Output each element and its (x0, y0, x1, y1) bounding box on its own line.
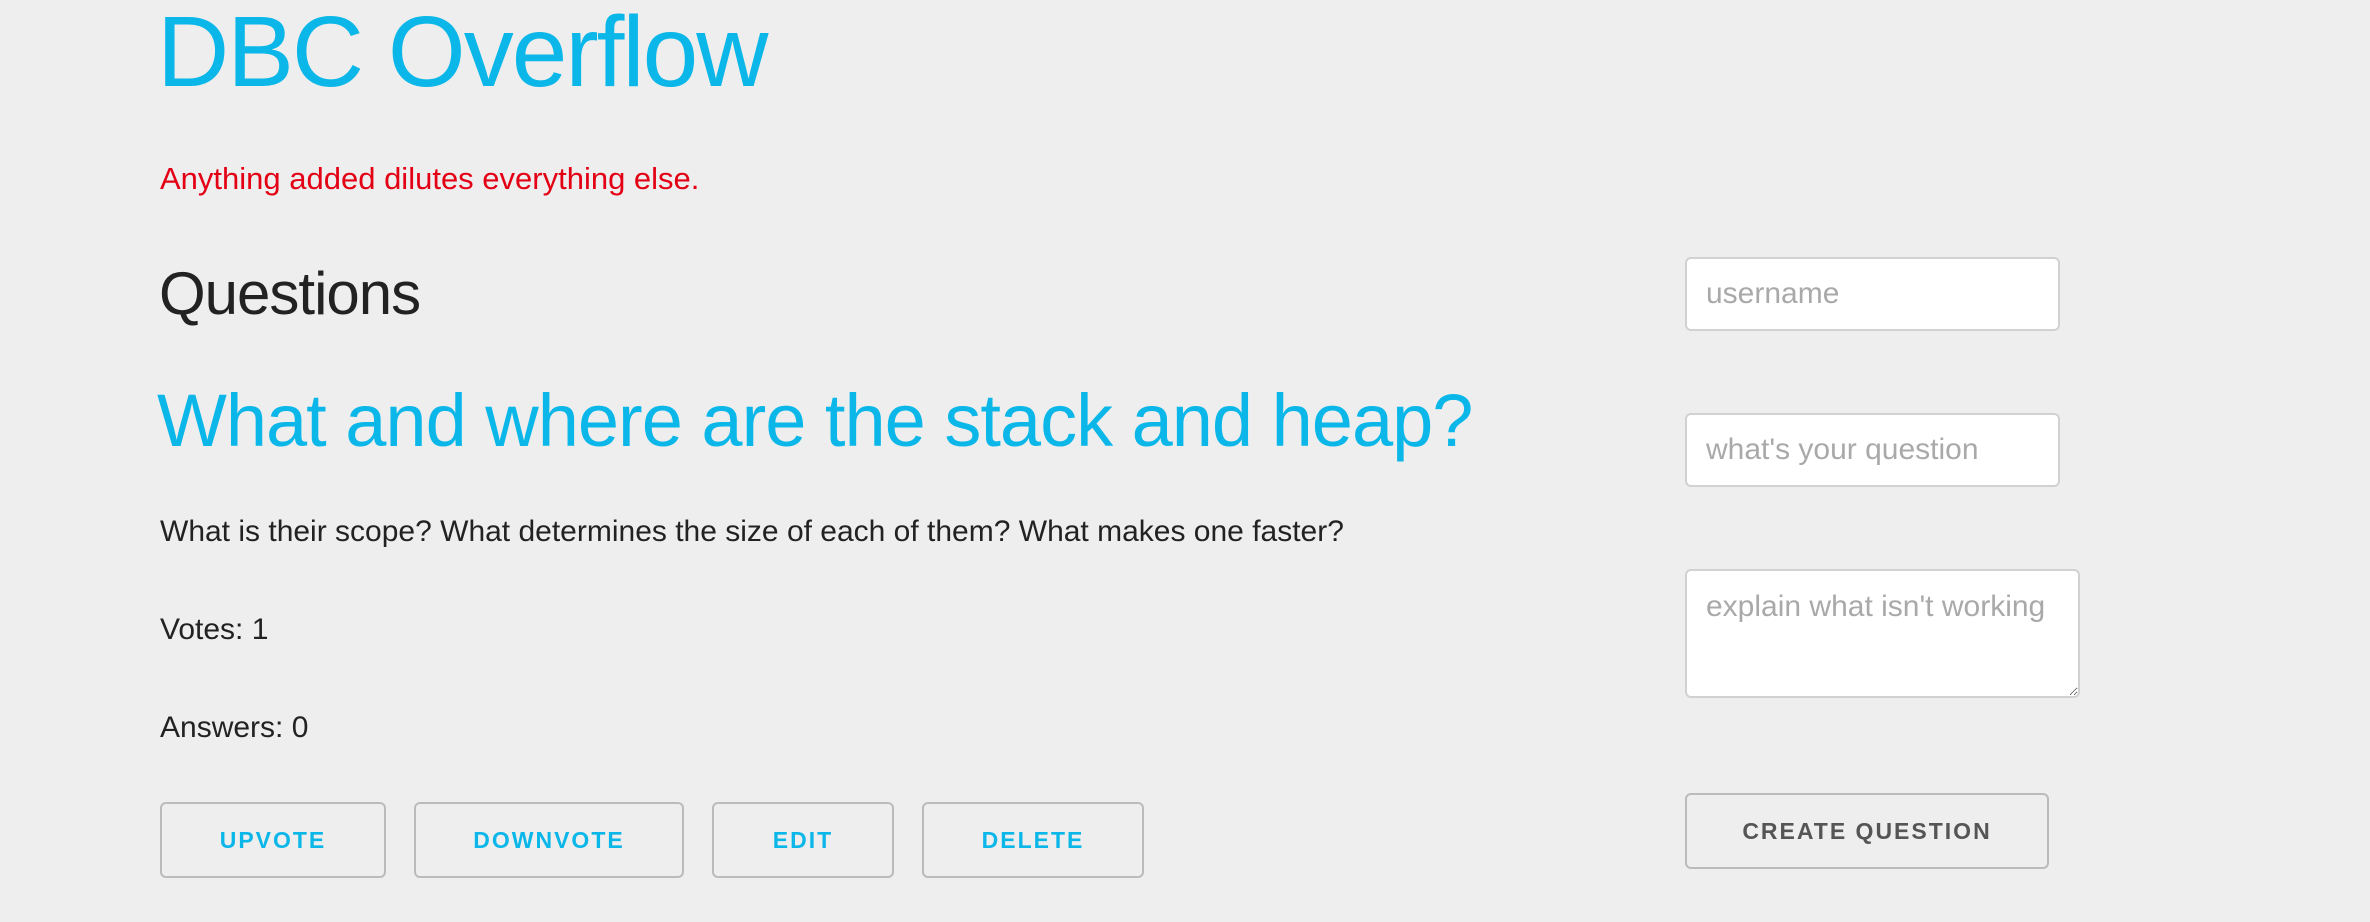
questions-heading: Questions (159, 260, 421, 327)
edit-button[interactable]: EDIT (712, 802, 894, 878)
downvote-button[interactable]: DOWNVOTE (414, 802, 684, 878)
page: DBC Overflow Anything added dilutes ever… (0, 0, 2370, 922)
tagline: Anything added dilutes everything else. (160, 161, 700, 196)
question-body-textarea[interactable] (1685, 569, 2080, 698)
create-question-button[interactable]: CREATE QUESTION (1685, 793, 2049, 869)
answers-count: Answers: 0 (160, 711, 309, 744)
question-body: What is their scope? What determines the… (160, 515, 1344, 548)
site-title: DBC Overflow (157, 0, 768, 108)
question-title-link[interactable]: What and where are the stack and heap? (157, 377, 1473, 466)
upvote-button[interactable]: UPVOTE (160, 802, 386, 878)
votes-count: Votes: 1 (160, 613, 269, 646)
delete-button[interactable]: DELETE (922, 802, 1144, 878)
question-title-input[interactable] (1685, 413, 2060, 487)
username-input[interactable] (1685, 257, 2060, 331)
